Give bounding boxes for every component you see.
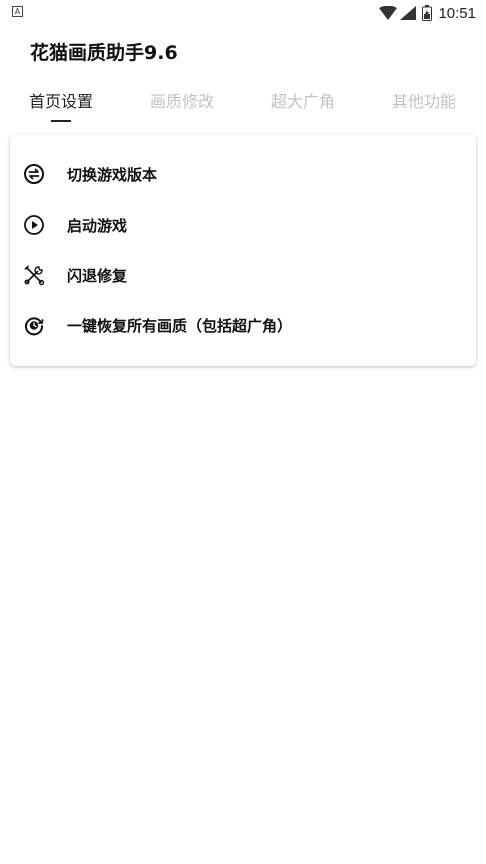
tab-bar: 首页设置 画质修改 超大广角 其他功能 — [0, 82, 486, 126]
menu-item-restore-quality[interactable]: 一键恢复所有画质（包括超广角） — [10, 300, 476, 350]
wifi-icon — [379, 6, 398, 20]
signal-icon — [400, 6, 417, 20]
battery-icon — [422, 5, 433, 21]
status-bar: A 10:51 — [0, 0, 486, 26]
restore-icon — [25, 317, 44, 336]
status-time: 10:51 — [438, 4, 476, 22]
menu-item-label: 启动游戏 — [67, 217, 128, 235]
menu-item-label: 闪退修复 — [67, 267, 128, 285]
menu-item-label: 一键恢复所有画质（包括超广角） — [67, 317, 293, 335]
status-icons: 10:51 — [379, 3, 476, 23]
play-icon — [24, 215, 44, 235]
menu-item-crash-fix[interactable]: 闪退修复 — [10, 250, 476, 300]
tab-quality-modify[interactable]: 画质修改 — [132, 88, 232, 112]
app-title: 花猫画质助手9.6 — [30, 42, 178, 64]
menu-item-switch-version[interactable]: 切换游戏版本 — [10, 149, 476, 199]
tab-ultra-wide[interactable]: 超大广角 — [253, 88, 353, 112]
tools-icon — [24, 265, 45, 286]
menu-card: 切换游戏版本 启动游戏 闪退修复 一键恢复所有画质（包括超广角） — [10, 134, 476, 366]
tab-home-settings[interactable]: 首页设置 — [11, 88, 111, 112]
menu-item-start-game[interactable]: 启动游戏 — [10, 200, 476, 250]
menu-item-label: 切换游戏版本 — [67, 166, 158, 184]
switch-icon — [24, 164, 44, 184]
app-notification-icon: A — [12, 6, 23, 17]
active-tab-indicator — [51, 120, 71, 122]
tab-other-functions[interactable]: 其他功能 — [374, 88, 474, 112]
